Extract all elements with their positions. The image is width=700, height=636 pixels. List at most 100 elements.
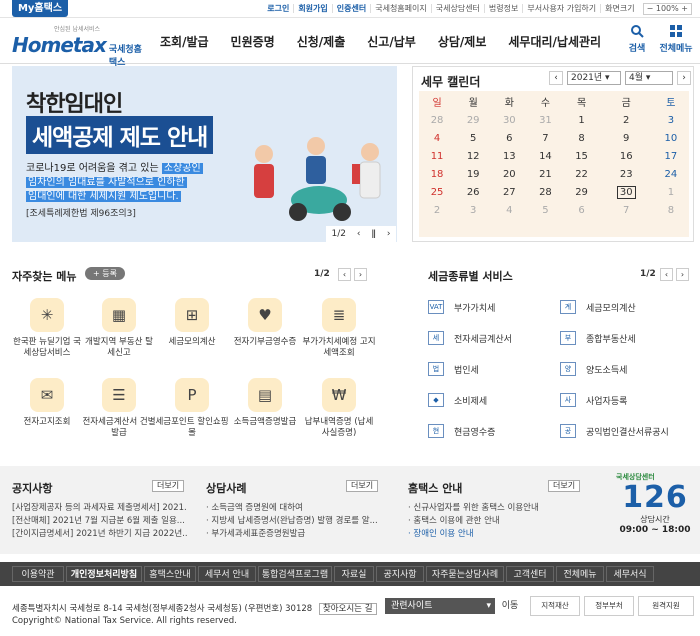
banner-prev-icon[interactable]: ‹ [357,229,361,239]
favorite-item[interactable]: ≣ 부가가치세예정 고지세액조회 [302,298,376,359]
favorite-item[interactable]: ☰ 전자세금계산서 건별발급 [82,378,156,439]
favorite-item[interactable]: ₩ 납부내역증명 (납세사실증명) [302,378,376,439]
calendar-day[interactable]: 4 [491,201,527,219]
calendar-day[interactable]: 17 [653,147,689,165]
calendar-day[interactable]: 1 [564,111,600,129]
calendar-day[interactable]: 10 [653,129,689,147]
related-go-button[interactable]: 이동 [497,598,523,614]
favorite-item[interactable]: ▤ 소득금액증명발급 [228,378,302,428]
favorite-item[interactable]: ✉ 전자고지조회 [10,378,84,428]
calendar-month-select[interactable]: 4월 ▾ [625,71,673,85]
calendar-day[interactable]: 14 [527,147,563,165]
favorite-item[interactable]: ⊞ 세금모의계산 [155,298,229,348]
banner-next-icon[interactable]: › [387,229,391,239]
calendar-day[interactable]: 12 [455,147,491,165]
gnb-tax-agent[interactable]: 세무대리/납세관리 [508,33,601,50]
main-banner[interactable]: 착한임대인 세액공제 제도 안내 코로나19로 어려움을 겪고 있는 소상공인 … [12,66,397,242]
law-info-link[interactable]: 법령정보 [483,4,522,13]
tax-type-item[interactable]: 부 종합부동산세 [560,331,636,345]
favorite-item[interactable]: ♥ 전자기부금영수증 [228,298,302,348]
calendar-day[interactable]: 5 [527,201,563,219]
calendar-day[interactable]: 7 [527,129,563,147]
calendar-next-icon[interactable]: › [677,71,691,85]
nts-home-link[interactable]: 국세청홈페이지 [370,4,431,13]
counsel-center-link[interactable]: 국세상담센터 [430,4,484,13]
tax-type-item[interactable]: 양 양도소득세 [560,362,627,376]
list-item[interactable]: [간이지급명세서] 2021년 하반기 지급 2022년... [12,528,187,541]
calendar-day[interactable]: 21 [527,165,563,183]
gnb-report-pay[interactable]: 신고/납부 [367,33,416,50]
calendar-prev-icon[interactable]: ‹ [549,71,563,85]
join-link[interactable]: 회원가입 [293,4,331,13]
hometax-logo[interactable]: 안심된 납세서비스 Hometax 국세청홈택스 [12,24,142,68]
gnb-apply[interactable]: 신청/제출 [297,33,346,50]
cases-more-button[interactable]: 더보기 [346,480,379,492]
list-item[interactable]: [사업장제공자 등의 과세자료 제출명세서] 2021... [12,502,187,515]
calendar-day[interactable]: 4 [419,129,455,147]
zoom-control[interactable]: − 100% + [642,2,692,15]
my-hometax-tab[interactable]: My홈택스 [12,0,68,17]
footer-nav-link[interactable]: 세무서 안내 [198,566,256,582]
favorites-next-icon[interactable]: › [354,268,367,281]
favorite-item[interactable]: ▦ 개발지역 부동산 탈세신고 [82,298,156,359]
tax-types-next-icon[interactable]: › [676,268,689,281]
calendar-day[interactable]: 16 [600,147,653,165]
related-sites-select[interactable]: 관련사이트 ▾ [385,598,495,614]
calendar-day[interactable]: 20 [491,165,527,183]
tax-type-item[interactable]: 현 현금영수증 [428,424,495,438]
calendar-day[interactable]: 19 [455,165,491,183]
footer-nav-link[interactable]: 개인정보처리방침 [66,566,142,582]
gnb-counsel[interactable]: 상담/제보 [438,33,487,50]
footer-nav-link[interactable]: 홈택스안내 [144,566,196,582]
calendar-day[interactable]: 7 [600,201,653,219]
favorite-item[interactable]: ✳ 한국판 뉴딜기업 국세상담서비스 [10,298,84,359]
calendar-day[interactable]: 9 [600,129,653,147]
calendar-day[interactable]: 5 [455,129,491,147]
calendar-day[interactable]: 13 [491,147,527,165]
calendar-day[interactable]: 30 [491,111,527,129]
calendar-day[interactable]: 18 [419,165,455,183]
tax-type-item[interactable]: 세 전자세금계산서 [428,331,512,345]
calendar-year-select[interactable]: 2021년 ▾ [567,71,621,85]
calendar-day[interactable]: 8 [564,129,600,147]
footer-nav-link[interactable]: 이용약관 [12,566,64,582]
ip-badge[interactable]: 지적재산 [530,596,580,616]
guide-more-button[interactable]: 더보기 [548,480,581,492]
list-item[interactable]: · 소득금액 증명원에 대하여 [206,502,381,515]
calendar-day[interactable]: 1 [653,183,689,201]
calendar-day[interactable]: 8 [653,201,689,219]
banner-pause-icon[interactable]: ǁ [371,229,375,239]
calendar-day[interactable]: 25 [419,183,455,201]
favorites-add-button[interactable]: + 등록 [85,267,125,280]
tax-type-item[interactable]: VAT 부가가치세 [428,300,495,314]
tax-type-item[interactable]: 계 세금모의계산 [560,300,636,314]
calendar-day[interactable]: 29 [564,183,600,201]
list-item[interactable]: · 홈택스 이용에 관한 안내 [408,515,583,528]
list-item[interactable]: · 지방세 납세증명서(완납증명) 발행 경로를 알... [206,515,381,528]
calendar-day[interactable]: 22 [564,165,600,183]
calendar-day[interactable]: 23 [600,165,653,183]
calendar-day[interactable]: 6 [564,201,600,219]
calendar-day[interactable]: 27 [491,183,527,201]
calendar-day[interactable]: 24 [653,165,689,183]
remote-support-button[interactable]: 원격지원 [638,596,694,616]
list-item[interactable]: · 부가세과세표준증명원발급 [206,528,381,541]
footer-nav-link[interactable]: 자주묻는상담사례 [426,566,504,582]
dept-user-join-link[interactable]: 부서사용자 가입하기 [522,4,600,13]
calendar-day[interactable]: 31 [527,111,563,129]
calendar-day[interactable]: 2 [419,201,455,219]
calendar-day[interactable]: 6 [491,129,527,147]
favorites-prev-icon[interactable]: ‹ [338,268,351,281]
footer-nav-link[interactable]: 자료실 [334,566,374,582]
calendar-day[interactable]: 26 [455,183,491,201]
tax-type-item[interactable]: 법 법인세 [428,362,479,376]
cert-center-link[interactable]: 인증센터 [331,4,370,13]
list-item[interactable]: · 장애인 이용 안내 [408,528,583,541]
calendar-day[interactable]: 30 [600,183,653,201]
footer-nav-link[interactable]: 고객센터 [506,566,554,582]
tax-type-item[interactable]: ◆ 소비제세 [428,393,487,407]
gnb-inquiry[interactable]: 조회/발급 [160,33,209,50]
gov-badge[interactable]: 정부부처 [584,596,634,616]
calendar-day[interactable]: 29 [455,111,491,129]
calendar-day[interactable]: 2 [600,111,653,129]
